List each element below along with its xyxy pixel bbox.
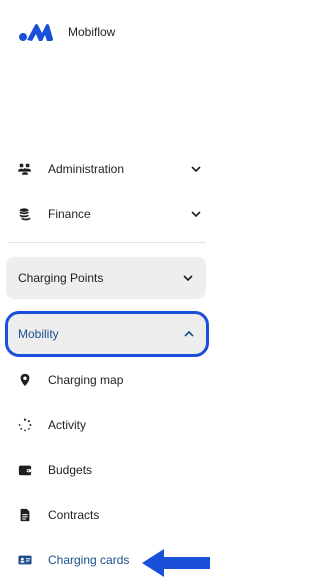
- coins-stack-icon: [18, 207, 32, 221]
- nav-administration[interactable]: Administration: [6, 153, 210, 185]
- sidebar-item-label: Activity: [48, 418, 87, 432]
- mobiflow-logo-icon: [19, 24, 53, 41]
- brand-name: Mobiflow: [68, 25, 116, 39]
- sidebar-item-label: Charging map: [48, 373, 124, 387]
- document-icon: [18, 508, 32, 522]
- chevron-down-icon: [190, 163, 202, 175]
- sidebar-item-label: Budgets: [48, 463, 93, 477]
- wallet-icon: [18, 463, 32, 477]
- chevron-down-icon: [190, 208, 202, 220]
- nav-administration-label: Administration: [48, 162, 125, 176]
- sidebar-item-activity[interactable]: Activity: [6, 410, 210, 440]
- divider: [8, 242, 206, 243]
- nav-finance[interactable]: Finance: [6, 198, 210, 230]
- section-mobility[interactable]: Mobility: [5, 311, 209, 357]
- section-mobility-label: Mobility: [18, 327, 59, 341]
- users-group-icon: [18, 162, 32, 176]
- sidebar-item-contracts[interactable]: Contracts: [6, 500, 210, 530]
- arrow-left-icon: [142, 549, 210, 577]
- section-charging-points[interactable]: Charging Points: [6, 257, 206, 299]
- sidebar-item-label: Contracts: [48, 508, 100, 522]
- nav-finance-label: Finance: [48, 207, 91, 221]
- sidebar-item-budgets[interactable]: Budgets: [6, 455, 210, 485]
- spinner-icon: [18, 418, 32, 432]
- sidebar-item-charging-map[interactable]: Charging map: [6, 365, 210, 395]
- chevron-up-icon: [183, 328, 195, 340]
- sidebar-item-label: Charging cards: [48, 553, 130, 567]
- section-charging-points-label: Charging Points: [18, 271, 104, 285]
- id-card-icon: [18, 553, 32, 567]
- sidebar: Mobiflow Administration Finance Charging…: [0, 0, 216, 582]
- location-pin-icon: [18, 373, 32, 387]
- chevron-down-icon: [182, 272, 194, 284]
- brand[interactable]: Mobiflow: [18, 22, 115, 42]
